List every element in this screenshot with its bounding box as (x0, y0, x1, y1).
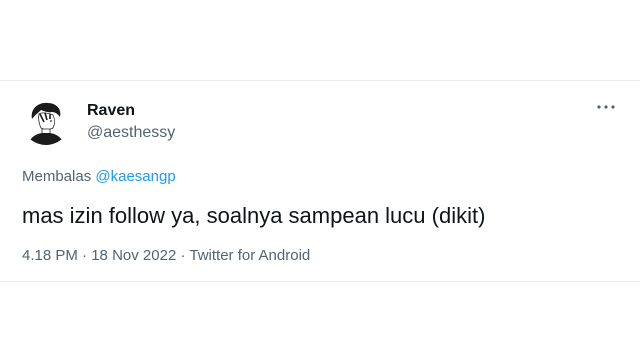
more-dots-icon (597, 105, 615, 109)
tweet-source[interactable]: Twitter for Android (189, 247, 310, 264)
tweet-card: Raven @aesthessy Membalas @kaesangp mas … (0, 80, 640, 282)
tweet-text: mas izin follow ya, soalnya sampean lucu… (22, 203, 486, 228)
more-options-button[interactable] (594, 97, 618, 117)
meta-separator: · (77, 247, 92, 264)
reply-mention-link[interactable]: @kaesangp (95, 168, 175, 185)
tweet-meta: 4.18 PM · 18 Nov 2022 · Twitter for Andr… (22, 247, 310, 264)
author-handle[interactable]: @aesthessy (87, 124, 175, 142)
author-avatar[interactable] (22, 97, 70, 145)
reply-context: Membalas @kaesangp (22, 168, 176, 185)
tweet-time[interactable]: 4.18 PM (22, 247, 78, 264)
author-display-name[interactable]: Raven (87, 102, 135, 120)
meta-separator-2: · (176, 247, 190, 264)
tweet-date[interactable]: 18 Nov 2022 (91, 247, 176, 264)
person-silhouette-avatar-icon (22, 97, 70, 145)
reply-prefix: Membalas (22, 168, 92, 185)
